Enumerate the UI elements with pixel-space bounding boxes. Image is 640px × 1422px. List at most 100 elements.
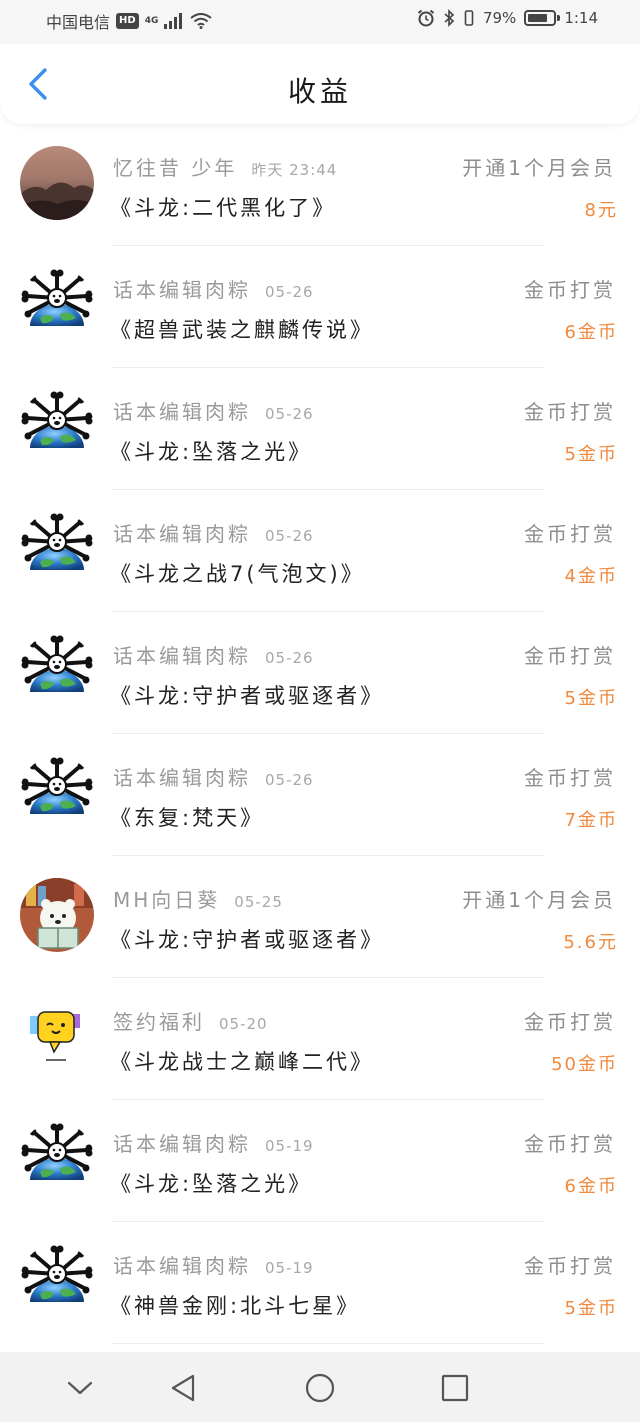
avatar[interactable] xyxy=(20,512,94,586)
book-title[interactable]: 《东复:梵天》 xyxy=(110,802,264,832)
signal-icon xyxy=(164,13,183,29)
avatar[interactable] xyxy=(20,1122,94,1196)
collapse-button[interactable] xyxy=(56,1364,104,1412)
avatar[interactable] xyxy=(20,634,94,708)
status-time: 1:14 xyxy=(564,9,598,27)
income-row[interactable]: 签约福利 05-20 金币打赏 《斗龙战士之巅峰二代》 50金币 xyxy=(0,978,640,1100)
row-time: 05-26 xyxy=(265,527,314,545)
user-name[interactable]: 话本编辑肉粽 xyxy=(113,396,251,425)
book-title[interactable]: 《斗龙:守护者或驱逐者》 xyxy=(110,924,384,954)
income-type: 金币打赏 xyxy=(524,644,616,668)
avatar[interactable] xyxy=(20,146,94,220)
avatar-image xyxy=(20,146,94,220)
book-title[interactable]: 《斗龙战士之巅峰二代》 xyxy=(110,1046,374,1076)
avatar[interactable] xyxy=(20,878,94,952)
book-title[interactable]: 《斗龙:坠落之光》 xyxy=(110,1168,312,1198)
avatar-image xyxy=(20,512,94,586)
collapse-chevron-icon xyxy=(67,1381,93,1395)
income-row[interactable]: 忆往昔 少年 昨天 23:44 开通1个月会员 《斗龙:二代黑化了》 8元 xyxy=(0,124,640,246)
network-type: 4G xyxy=(144,15,159,26)
avatar-image xyxy=(20,390,94,464)
row-time: 05-20 xyxy=(219,1015,268,1033)
system-nav-bar xyxy=(0,1352,640,1422)
user-name[interactable]: 话本编辑肉粽 xyxy=(113,1250,251,1279)
avatar-image xyxy=(20,1122,94,1196)
name-line: 话本编辑肉粽 05-26 xyxy=(113,274,314,303)
name-line: 签约福利 05-20 xyxy=(113,1006,268,1035)
name-line: 话本编辑肉粽 05-19 xyxy=(113,1128,314,1157)
avatar-image xyxy=(20,268,94,342)
row-time: 05-19 xyxy=(265,1259,314,1277)
wifi-icon xyxy=(190,13,212,29)
avatar[interactable] xyxy=(20,390,94,464)
income-type: 金币打赏 xyxy=(524,1010,616,1034)
nav-recents-button[interactable] xyxy=(431,1364,479,1412)
book-title[interactable]: 《神兽金刚:北斗七星》 xyxy=(110,1290,360,1320)
income-amount: 5金币 xyxy=(564,1298,618,1319)
row-time: 05-26 xyxy=(265,771,314,789)
row-divider xyxy=(112,1343,544,1344)
user-name[interactable]: MH向日葵 xyxy=(113,884,220,913)
book-title[interactable]: 《斗龙之战7(气泡文)》 xyxy=(110,558,365,588)
user-name[interactable]: 忆往昔 少年 xyxy=(113,152,237,181)
income-row[interactable]: 话本编辑肉粽 05-26 金币打赏 《超兽武装之麒麟传说》 6金币 xyxy=(0,246,640,368)
income-type: 金币打赏 xyxy=(524,400,616,424)
recents-square-icon xyxy=(441,1374,469,1402)
avatar[interactable] xyxy=(20,268,94,342)
income-row[interactable]: 话本编辑肉粽 05-19 金币打赏 《神兽金刚:北斗七星》 5金币 xyxy=(0,1222,640,1344)
avatar-image xyxy=(20,1000,94,1074)
battery-tip xyxy=(557,15,561,21)
income-type: 金币打赏 xyxy=(524,1132,616,1156)
name-line: MH向日葵 05-25 xyxy=(113,884,283,913)
book-title[interactable]: 《斗龙:守护者或驱逐者》 xyxy=(110,680,384,710)
user-name[interactable]: 话本编辑肉粽 xyxy=(113,762,251,791)
row-time: 05-26 xyxy=(265,283,314,301)
alarm-icon xyxy=(417,9,435,27)
income-amount: 5金币 xyxy=(564,444,618,465)
income-amount: 5金币 xyxy=(564,688,618,709)
user-name[interactable]: 话本编辑肉粽 xyxy=(113,640,251,669)
row-time: 05-26 xyxy=(265,649,314,667)
user-name[interactable]: 话本编辑肉粽 xyxy=(113,518,251,547)
avatar[interactable] xyxy=(20,1000,94,1074)
battery-percent: 79% xyxy=(482,9,517,27)
user-name[interactable]: 话本编辑肉粽 xyxy=(113,1128,251,1157)
income-amount: 6金币 xyxy=(564,322,618,343)
avatar-image xyxy=(20,1244,94,1318)
hd-badge: HD xyxy=(116,13,139,29)
income-amount: 6金币 xyxy=(564,1176,618,1197)
income-amount: 5.6元 xyxy=(563,932,618,953)
income-amount: 7金币 xyxy=(564,810,618,831)
status-bar: 中国电信 HD 4G 79% 1:14 xyxy=(0,0,640,44)
income-row[interactable]: 话本编辑肉粽 05-26 金币打赏 《斗龙:坠落之光》 5金币 xyxy=(0,368,640,490)
name-line: 话本编辑肉粽 05-26 xyxy=(113,518,314,547)
income-amount: 4金币 xyxy=(564,566,618,587)
vibrate-icon xyxy=(464,10,474,26)
income-row[interactable]: 话本编辑肉粽 05-26 金币打赏 《斗龙:守护者或驱逐者》 5金币 xyxy=(0,612,640,734)
income-type: 金币打赏 xyxy=(524,278,616,302)
income-type: 金币打赏 xyxy=(524,766,616,790)
bluetooth-icon xyxy=(444,9,455,27)
income-list: 忆往昔 少年 昨天 23:44 开通1个月会员 《斗龙:二代黑化了》 8元 话本… xyxy=(0,124,640,1344)
avatar[interactable] xyxy=(20,1244,94,1318)
row-time: 05-19 xyxy=(265,1137,314,1155)
income-type: 金币打赏 xyxy=(524,522,616,546)
battery-icon xyxy=(524,10,561,26)
avatar[interactable] xyxy=(20,756,94,830)
book-title[interactable]: 《斗龙:二代黑化了》 xyxy=(110,192,336,222)
nav-back-button[interactable] xyxy=(159,1364,207,1412)
income-row[interactable]: 话本编辑肉粽 05-26 金币打赏 《斗龙之战7(气泡文)》 4金币 xyxy=(0,490,640,612)
income-row[interactable]: 话本编辑肉粽 05-19 金币打赏 《斗龙:坠落之光》 6金币 xyxy=(0,1100,640,1222)
avatar-image xyxy=(20,634,94,708)
row-time: 05-26 xyxy=(265,405,314,423)
nav-home-button[interactable] xyxy=(296,1364,344,1412)
avatar-image xyxy=(20,878,94,952)
income-row[interactable]: 话本编辑肉粽 05-26 金币打赏 《东复:梵天》 7金币 xyxy=(0,734,640,856)
back-triangle-icon xyxy=(171,1374,195,1402)
user-name[interactable]: 话本编辑肉粽 xyxy=(113,274,251,303)
page-title: 收益 xyxy=(287,75,352,108)
book-title[interactable]: 《斗龙:坠落之光》 xyxy=(110,436,312,466)
user-name[interactable]: 签约福利 xyxy=(113,1006,205,1035)
book-title[interactable]: 《超兽武装之麒麟传说》 xyxy=(110,314,374,344)
income-row[interactable]: MH向日葵 05-25 开通1个月会员 《斗龙:守护者或驱逐者》 5.6元 xyxy=(0,856,640,978)
